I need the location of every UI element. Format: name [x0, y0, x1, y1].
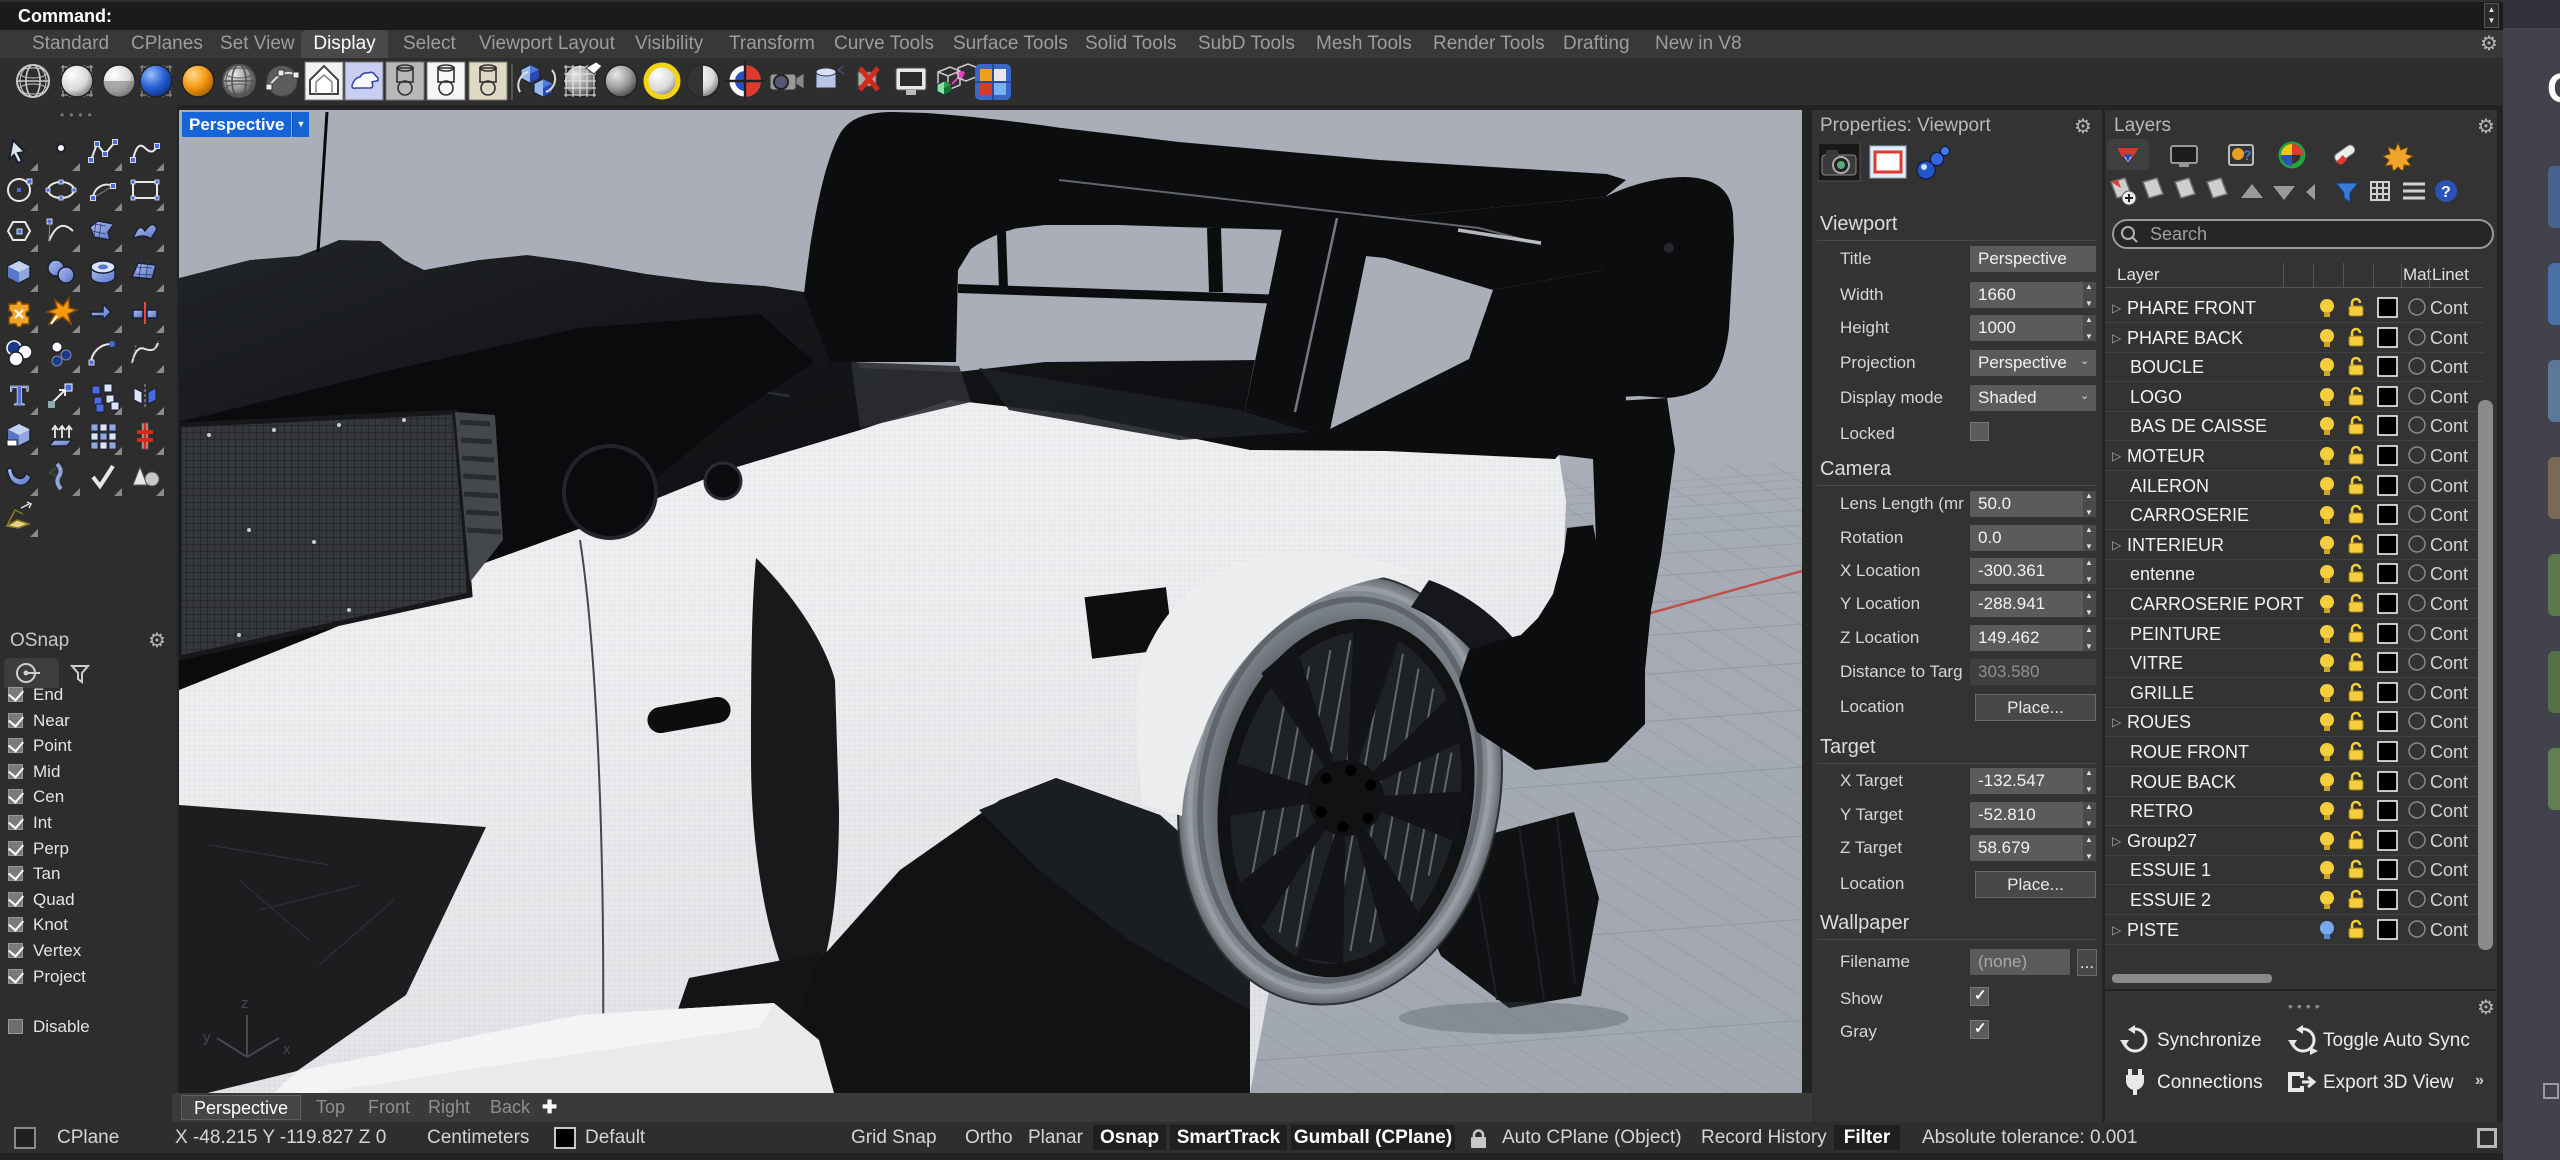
- svg-text:?: ?: [2441, 184, 2451, 201]
- svg-text:x: x: [283, 1041, 291, 1058]
- svg-text:T: T: [10, 381, 29, 412]
- svg-text:?: ?: [2243, 147, 2252, 163]
- svg-text:y: y: [203, 1029, 211, 1046]
- svg-text:z: z: [241, 995, 249, 1012]
